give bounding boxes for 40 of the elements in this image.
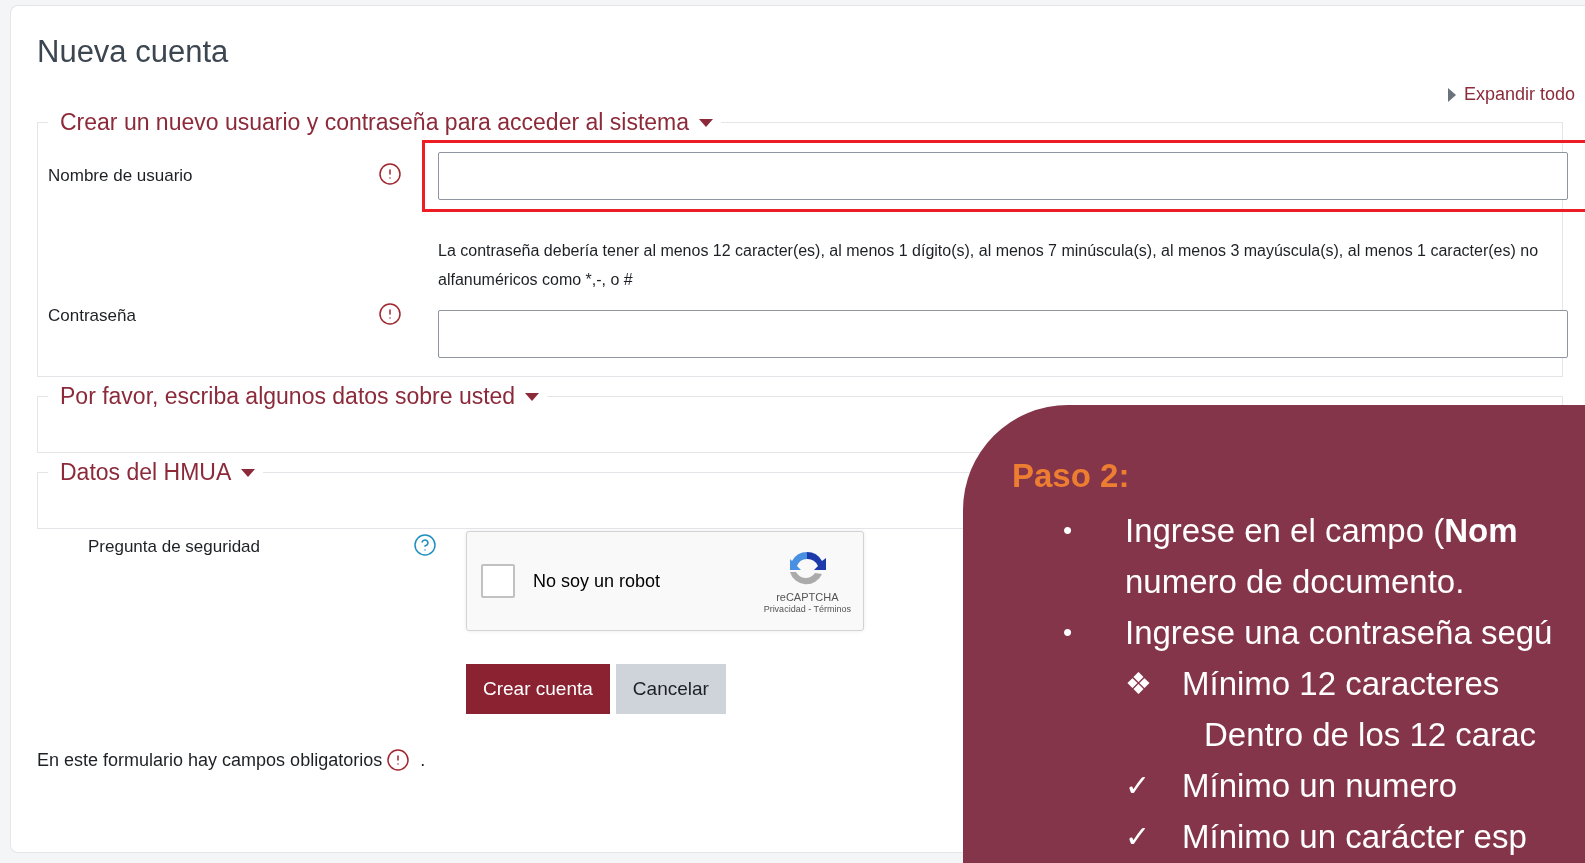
field-label: Nombre de usuario bbox=[48, 165, 194, 186]
caret-icon bbox=[1447, 87, 1456, 102]
expand-all-link[interactable]: Expandir todo bbox=[1447, 84, 1575, 105]
callout-text: Mínimo 12 caracteres bbox=[1182, 664, 1500, 703]
callout-text: Mínimo un carácter esp bbox=[1182, 817, 1527, 856]
callout-heading: Paso 2: bbox=[1012, 457, 1131, 496]
list-marker: ✓ bbox=[1125, 819, 1151, 854]
cancel-button[interactable]: Cancelar bbox=[615, 664, 726, 714]
captcha-links[interactable]: Privacidad - Términos bbox=[763, 604, 851, 614]
required-note: En este formulario hay campos obligatorios bbox=[37, 749, 383, 771]
list-marker: ❖ bbox=[1125, 666, 1153, 701]
input-field[interactable] bbox=[438, 310, 1568, 358]
section-toggle[interactable]: Datos del HMUA bbox=[60, 459, 256, 486]
section-toggle[interactable]: Por favor, escriba algunos datos sobre usted bbox=[60, 383, 540, 410]
section-toggle[interactable]: Crear un nuevo usuario y contraseña para acceder al sistema bbox=[60, 109, 713, 136]
callout-text: Mínimo un numero bbox=[1182, 766, 1458, 805]
callout-text: Ingrese en el campo (Nom bbox=[1125, 511, 1518, 550]
list-marker: • bbox=[1063, 515, 1074, 546]
input-field[interactable] bbox=[438, 152, 1568, 200]
field-label: Pregunta de seguridad bbox=[88, 536, 262, 558]
callout-text: Ingrese una contraseña segú bbox=[1125, 613, 1553, 652]
create-account-button[interactable]: Crear cuenta bbox=[466, 664, 610, 714]
captcha-brand: reCAPTCHA bbox=[776, 591, 839, 603]
required-icon bbox=[386, 748, 411, 772]
required-icon bbox=[378, 162, 402, 186]
required-icon bbox=[378, 302, 402, 326]
field-label: Contraseña bbox=[48, 305, 137, 326]
page-title: Nueva cuenta bbox=[37, 34, 230, 70]
callout-text: Dentro de los 12 carac bbox=[1204, 715, 1536, 754]
caret-icon bbox=[525, 392, 540, 401]
caret-icon bbox=[699, 118, 713, 127]
captcha-checkbox[interactable] bbox=[481, 564, 515, 598]
help-icon[interactable] bbox=[413, 533, 437, 557]
list-marker: ✓ bbox=[1125, 768, 1151, 803]
password-hint: La contraseña debería tener al menos 12 caracter(es), al menos 1 dígito(s), al menos 7 minúscula(s), al menos 3 mayúscula(s), al menos 1 caracter(es) no alfanuméricos como *,-, o # bbox=[438, 241, 1540, 290]
caret-icon bbox=[241, 468, 256, 477]
list-marker: • bbox=[1063, 617, 1074, 648]
captcha-label: No soy un robot bbox=[533, 570, 662, 592]
callout-text: numero de documento. bbox=[1125, 562, 1465, 601]
period-text: . bbox=[420, 749, 426, 771]
